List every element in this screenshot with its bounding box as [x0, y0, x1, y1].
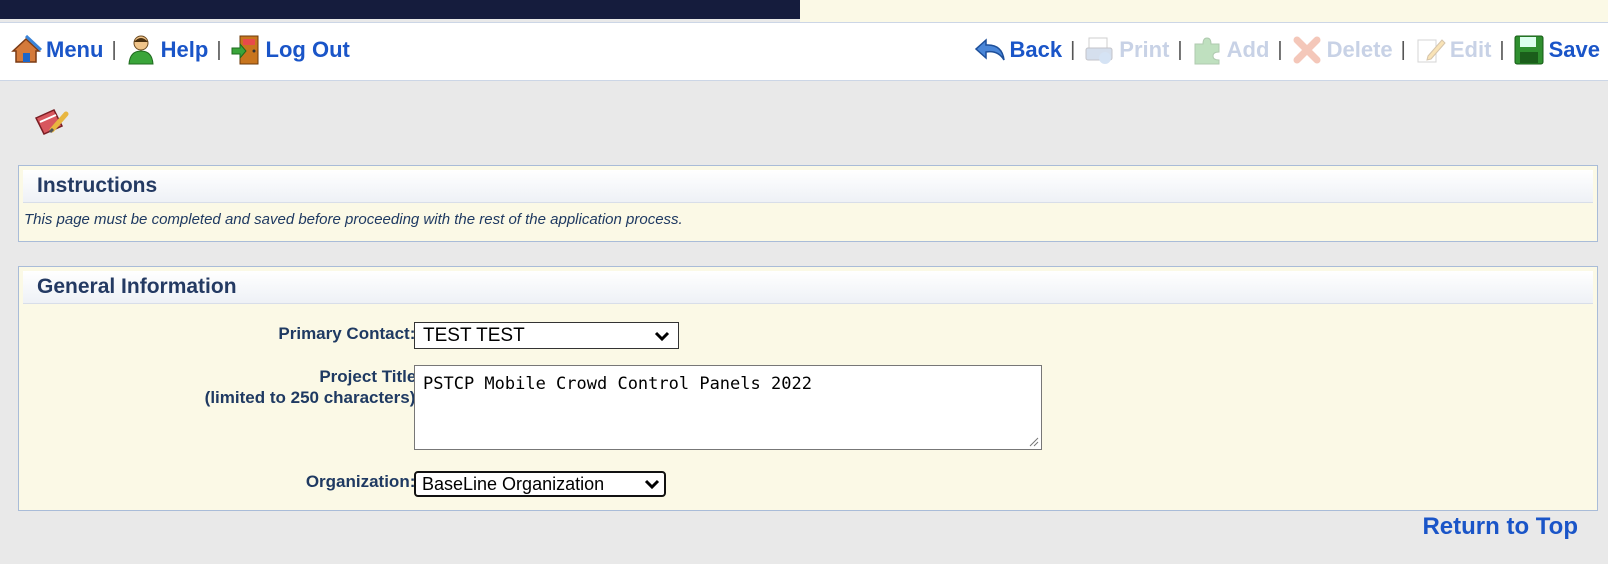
organization-value: BaseLine Organization	[422, 473, 605, 494]
back-label: Back	[1009, 37, 1063, 62]
return-to-top-link[interactable]: Return to Top	[1422, 513, 1578, 541]
edit-pencil-icon	[1414, 34, 1446, 66]
delete-button: Delete	[1291, 34, 1393, 66]
organization-label: Organization:*	[306, 471, 422, 492]
save-floppy-icon	[1513, 34, 1545, 66]
save-label: Save	[1548, 37, 1600, 62]
instructions-panel: Instructions This page must be completed…	[18, 165, 1598, 242]
help-person-icon	[125, 34, 157, 66]
edit-button: Edit	[1414, 34, 1492, 66]
separator: |	[1400, 38, 1406, 61]
resize-handle-icon[interactable]	[1027, 435, 1039, 447]
application-edit-icon	[30, 104, 70, 144]
toolbar: Menu | Help | Log Out Back | Print | Add…	[0, 22, 1608, 81]
logout-button[interactable]: Log Out	[230, 34, 350, 66]
logout-door-icon	[230, 34, 262, 66]
delete-label: Delete	[1326, 37, 1393, 62]
print-label: Print	[1119, 37, 1170, 62]
separator: |	[216, 38, 222, 61]
top-banner	[0, 0, 800, 19]
project-title-textarea[interactable]: PSTCP Mobile Crowd Control Panels 2022	[414, 365, 1042, 450]
general-information-title: General Information	[23, 271, 1593, 304]
organization-label-text: Organization:	[305, 472, 416, 491]
separator: |	[1277, 38, 1283, 61]
separator: |	[1177, 38, 1183, 61]
edit-label: Edit	[1449, 37, 1492, 62]
chevron-down-icon	[644, 479, 660, 490]
add-puzzle-icon	[1191, 34, 1223, 66]
primary-contact-value: TEST TEST	[423, 324, 525, 346]
back-button[interactable]: Back	[974, 34, 1063, 66]
separator: |	[111, 38, 117, 61]
primary-contact-label: Primary Contact:*	[278, 323, 422, 344]
project-title-label-line2: (limited to 250 characters)	[204, 388, 416, 407]
house-icon	[10, 34, 43, 66]
print-button: Print	[1083, 34, 1169, 66]
back-arrow-icon	[974, 34, 1006, 66]
primary-contact-label-text: Primary Contact:	[278, 324, 416, 343]
chevron-down-icon	[654, 331, 670, 341]
delete-x-icon	[1291, 34, 1323, 66]
printer-icon	[1083, 34, 1115, 66]
instructions-title: Instructions	[23, 170, 1593, 203]
project-title-label: Project Title: (limited to 250 character…	[205, 366, 422, 408]
menu-button[interactable]: Menu	[10, 34, 103, 66]
menu-label: Menu	[46, 37, 104, 62]
separator: |	[1070, 38, 1076, 61]
logout-label: Log Out	[265, 37, 350, 62]
separator: |	[1499, 38, 1505, 61]
add-button: Add	[1191, 34, 1270, 66]
organization-select[interactable]: BaseLine Organization	[414, 471, 666, 497]
project-title-label-line1: Project Title:	[319, 367, 422, 386]
help-label: Help	[160, 37, 209, 62]
add-label: Add	[1226, 37, 1270, 62]
instructions-text: This page must be completed and saved be…	[24, 211, 683, 228]
help-button[interactable]: Help	[125, 34, 209, 66]
save-button[interactable]: Save	[1513, 34, 1600, 66]
project-title-value: PSTCP Mobile Crowd Control Panels 2022	[423, 374, 812, 394]
top-banner-right	[800, 0, 1608, 22]
primary-contact-select[interactable]: TEST TEST	[414, 322, 679, 349]
